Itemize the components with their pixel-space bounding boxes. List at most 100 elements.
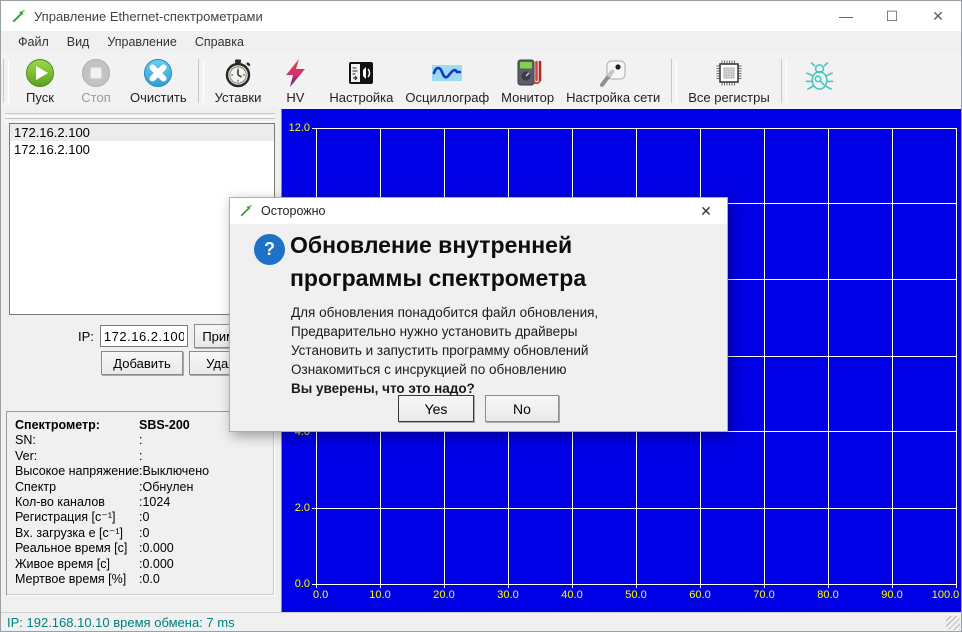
network-settings-button[interactable]: Настройка сети (560, 55, 666, 106)
info-value: :0.0 (139, 572, 160, 587)
maximize-button[interactable]: ☐ (869, 1, 915, 31)
menu-file[interactable]: Файл (9, 33, 58, 51)
settings-icon (346, 57, 376, 89)
info-label: Реальное время [с] (15, 541, 139, 556)
x-tick-mark (700, 584, 701, 588)
info-value: :0.000 (139, 557, 174, 572)
network-settings-label: Настройка сети (566, 90, 660, 105)
x-tick-mark (316, 584, 317, 588)
add-button[interactable]: Добавить (101, 351, 183, 375)
x-tick-mark (956, 584, 957, 588)
debug-button[interactable] (792, 58, 848, 93)
hv-label: HV (286, 90, 304, 105)
yes-button[interactable]: Yes (398, 395, 474, 422)
info-value: :0.000 (139, 541, 174, 556)
x-tick-mark (764, 584, 765, 588)
info-label: Спектрометр: (15, 418, 139, 433)
info-label: Ver: (15, 449, 139, 464)
dialog-title-bar: Осторожно ✕ (230, 198, 727, 224)
warning-dialog: Осторожно ✕ ? Обновление внутренней прог… (229, 197, 728, 432)
toolbar-separator (781, 59, 787, 103)
resize-grip[interactable] (946, 616, 960, 630)
clear-button[interactable]: Очистить (124, 55, 193, 106)
app-wand-icon (239, 204, 253, 218)
multimeter-icon (513, 57, 543, 89)
hv-button[interactable]: HV (267, 55, 323, 106)
stop-button[interactable]: Стоп (68, 55, 124, 106)
dialog-text-line: Ознакомиться с инсрукцией по обновлению (291, 360, 598, 379)
x-tick-mark (828, 584, 829, 588)
x-tick-label: 60.0 (689, 589, 710, 601)
toolbar-separator (671, 59, 677, 103)
dialog-body: Для обновления понадобится файл обновлен… (291, 303, 598, 398)
info-value: : (139, 449, 142, 464)
run-button[interactable]: Пуск (12, 55, 68, 106)
x-tick-label: 80.0 (817, 589, 838, 601)
dialog-heading: Обновление внутренней программы спектром… (290, 229, 586, 295)
waveform-icon (430, 57, 464, 89)
info-label: Живое время [с] (15, 557, 139, 572)
dialog-text-line: Для обновления понадобится файл обновлен… (291, 303, 598, 322)
dialog-text-line: Установить и запустить программу обновле… (291, 341, 598, 360)
status-text: IP: 192.168.10.10 время обмена: 7 ms (7, 615, 235, 630)
menu-view[interactable]: Вид (58, 33, 99, 51)
info-label: Мертвое время [%] (15, 572, 139, 587)
toolbar-grip (3, 59, 9, 103)
x-tick-mark (572, 584, 573, 588)
stop-icon (81, 57, 111, 89)
x-tick-mark (892, 584, 893, 588)
list-item[interactable]: 172.16.2.100 (10, 141, 274, 158)
monitor-button[interactable]: Монитор (495, 55, 560, 106)
ip-input[interactable] (100, 325, 188, 347)
presets-button[interactable]: Уставки (209, 55, 268, 106)
network-probe-icon (598, 57, 628, 89)
clear-label: Очистить (130, 90, 187, 105)
menu-bar: Файл Вид Управление Справка (1, 31, 961, 52)
info-value: SBS-200 (139, 418, 190, 433)
panel-grip (5, 118, 275, 122)
minimize-button[interactable]: — (823, 1, 869, 31)
y-tick-label: 12.0 (289, 122, 310, 134)
x-tick-label: 100.0 (932, 589, 960, 601)
x-tick-label: 30.0 (497, 589, 518, 601)
y-tick-mark (312, 128, 316, 129)
list-item[interactable]: 172.16.2.100 (10, 124, 274, 141)
presets-label: Уставки (215, 90, 262, 105)
app-window: Управление Ethernet-спектрометрами — ☐ ✕… (0, 0, 962, 632)
x-tick-label: 70.0 (753, 589, 774, 601)
oscilloscope-button[interactable]: Осциллограф (399, 55, 495, 106)
chip-icon (714, 57, 744, 89)
bug-wrench-icon (803, 60, 836, 92)
registers-label: Все регистры (688, 90, 770, 105)
run-label: Пуск (26, 90, 54, 105)
dialog-close-button[interactable]: ✕ (685, 198, 727, 224)
clear-icon (143, 57, 173, 89)
info-label: Спектр (15, 480, 139, 495)
info-value: :Обнулен (139, 480, 193, 495)
info-value: :0 (139, 510, 149, 525)
settings-button[interactable]: Настройка (323, 55, 399, 106)
stop-label: Стоп (81, 90, 110, 105)
oscilloscope-label: Осциллограф (405, 90, 489, 105)
play-icon (25, 57, 55, 89)
menu-help[interactable]: Справка (186, 33, 253, 51)
dialog-title: Осторожно (261, 204, 326, 218)
info-value: : (139, 433, 142, 448)
dialog-text-line: Предварительно нужно установить драйверы (291, 322, 598, 341)
info-label: Вх. загрузка е [с⁻¹] (15, 526, 139, 541)
gridline-horizontal (316, 128, 956, 129)
no-button[interactable]: No (485, 395, 559, 422)
x-tick-label: 50.0 (625, 589, 646, 601)
y-tick-mark (312, 508, 316, 509)
monitor-label: Монитор (501, 90, 554, 105)
x-tick-mark (444, 584, 445, 588)
registers-button[interactable]: Все регистры (682, 55, 776, 106)
menu-control[interactable]: Управление (98, 33, 186, 51)
x-tick-label: 90.0 (881, 589, 902, 601)
x-tick-label: 0.0 (313, 589, 328, 601)
close-button[interactable]: ✕ (915, 1, 961, 31)
app-wand-icon (11, 9, 26, 24)
x-tick-label: 40.0 (561, 589, 582, 601)
ip-label: IP: (78, 329, 94, 344)
y-tick-mark (312, 584, 316, 585)
